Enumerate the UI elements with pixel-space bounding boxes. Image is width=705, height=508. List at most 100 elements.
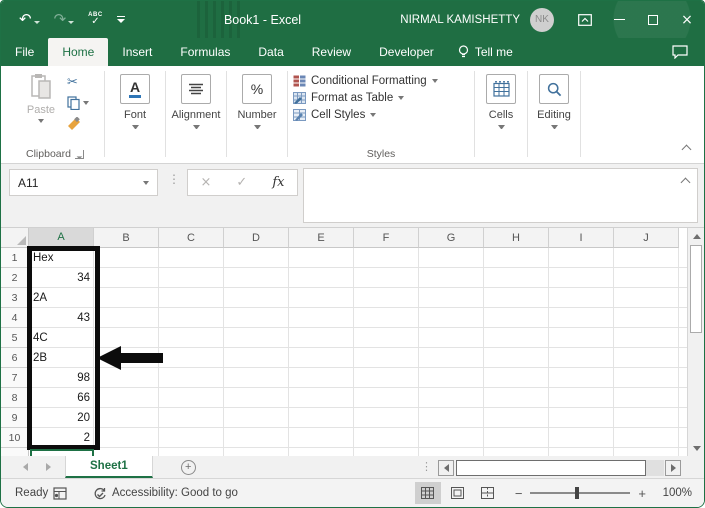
column-header-i[interactable]: I	[549, 228, 614, 248]
format-painter-button[interactable]	[67, 116, 89, 136]
number-group-button[interactable]: %	[242, 74, 272, 104]
page-break-preview-button[interactable]	[475, 482, 501, 504]
cell-styles-dropdown-icon[interactable]	[370, 113, 377, 117]
accessibility-status[interactable]: Accessibility: Good to go	[93, 487, 238, 500]
column-header-b[interactable]: B	[94, 228, 159, 248]
close-button[interactable]: ×	[670, 1, 704, 38]
cells-dropdown-icon[interactable]	[497, 125, 505, 129]
number-dropdown-icon[interactable]	[253, 125, 261, 129]
alignment-group-button[interactable]	[181, 74, 211, 104]
zoom-in-button[interactable]: +	[638, 486, 646, 501]
macro-record-icon[interactable]	[53, 486, 67, 500]
formula-bar-separator-dots[interactable]: ⋮	[168, 172, 180, 186]
expand-formula-bar-icon[interactable]	[680, 177, 691, 188]
copy-button[interactable]	[67, 96, 89, 110]
font-dropdown-icon[interactable]	[131, 125, 139, 129]
zoom-slider[interactable]	[530, 487, 631, 499]
tab-file[interactable]: File	[1, 38, 48, 66]
font-group[interactable]: A Font	[106, 69, 164, 163]
scroll-down-button[interactable]	[688, 440, 704, 456]
row-header-9[interactable]: 9	[1, 408, 29, 428]
row-header-2[interactable]: 2	[1, 268, 29, 288]
tell-me-box[interactable]: Tell me	[448, 38, 523, 66]
format-as-table-button[interactable]: Format as Table	[293, 92, 405, 104]
cut-button[interactable]: ✂	[67, 76, 89, 89]
tab-developer[interactable]: Developer	[365, 38, 448, 66]
cells-group[interactable]: Cells	[476, 69, 526, 163]
editing-dropdown-icon[interactable]	[550, 125, 558, 129]
conditional-formatting-button[interactable]: Conditional Formatting	[293, 75, 438, 87]
new-sheet-button[interactable]: +	[180, 459, 196, 475]
column-header-g[interactable]: G	[419, 228, 484, 248]
editing-group[interactable]: Editing	[529, 69, 579, 163]
format-as-table-dropdown-icon[interactable]	[398, 96, 405, 100]
undo-dropdown-icon[interactable]	[33, 20, 40, 24]
editing-group-button[interactable]	[539, 74, 569, 104]
sheetbar-separator-dots[interactable]: ⋮	[421, 460, 432, 473]
row-header-5[interactable]: 5	[1, 328, 29, 348]
cell-styles-button[interactable]: Cell Styles	[293, 109, 377, 121]
alignment-dropdown-icon[interactable]	[192, 125, 200, 129]
select-all-button[interactable]	[1, 228, 29, 248]
customize-qat-button[interactable]	[116, 15, 125, 24]
row-header-8[interactable]: 8	[1, 388, 29, 408]
insert-function-icon[interactable]: fx	[272, 175, 284, 190]
active-cell-a11-border[interactable]	[30, 449, 94, 456]
row-header-6[interactable]: 6	[1, 348, 29, 368]
copy-dropdown-icon[interactable]	[83, 101, 89, 105]
paste-dropdown-icon[interactable]	[38, 119, 44, 123]
row-header-11-partial[interactable]	[1, 448, 29, 456]
name-box[interactable]: A11	[9, 169, 158, 196]
row-header-3[interactable]: 3	[1, 288, 29, 308]
collapse-ribbon-icon[interactable]	[681, 144, 692, 155]
vertical-scroll-thumb[interactable]	[690, 245, 702, 333]
page-layout-view-button[interactable]	[445, 482, 471, 504]
horizontal-scroll-track[interactable]	[646, 459, 664, 476]
scroll-left-button[interactable]	[438, 459, 454, 476]
spelling-button[interactable]: ABC ✓	[88, 12, 103, 27]
cells-group-button[interactable]	[486, 74, 516, 104]
minimize-button[interactable]	[602, 1, 636, 38]
font-group-button[interactable]: A	[120, 74, 150, 104]
zoom-out-button[interactable]: −	[515, 486, 523, 501]
column-header-d[interactable]: D	[224, 228, 289, 248]
next-sheet-icon[interactable]	[46, 463, 51, 471]
paste-button[interactable]: Paste	[21, 73, 61, 148]
tab-insert[interactable]: Insert	[108, 38, 166, 66]
name-box-dropdown-icon[interactable]	[143, 180, 149, 185]
ribbon-display-options-button[interactable]	[568, 1, 602, 38]
column-header-j[interactable]: J	[614, 228, 679, 248]
tab-home[interactable]: Home	[48, 38, 109, 66]
tab-review[interactable]: Review	[298, 38, 365, 66]
conditional-formatting-dropdown-icon[interactable]	[431, 79, 438, 83]
tab-data[interactable]: Data	[244, 38, 297, 66]
scroll-up-button[interactable]	[688, 228, 704, 244]
alignment-group[interactable]: Alignment	[167, 69, 225, 163]
vertical-scrollbar[interactable]	[687, 228, 704, 456]
avatar[interactable]: NK	[530, 7, 554, 32]
formula-input[interactable]	[303, 168, 698, 223]
undo-button[interactable]: ↶	[19, 11, 40, 29]
zoom-slider-thumb[interactable]	[575, 487, 580, 499]
column-header-a[interactable]: A	[29, 228, 94, 248]
column-header-e[interactable]: E	[289, 228, 354, 248]
redo-button[interactable]: ↷	[54, 11, 75, 29]
tab-formulas[interactable]: Formulas	[166, 38, 244, 66]
enter-icon[interactable]: ✓	[236, 175, 247, 190]
sheet-tab-sheet1[interactable]: Sheet1	[65, 456, 153, 478]
column-header-c[interactable]: C	[159, 228, 224, 248]
row-header-7[interactable]: 7	[1, 368, 29, 388]
row-header-1[interactable]: 1	[1, 248, 29, 268]
redo-dropdown-icon[interactable]	[68, 20, 75, 24]
horizontal-scrollbar[interactable]	[438, 459, 683, 476]
horizontal-scroll-thumb[interactable]	[456, 459, 646, 476]
scroll-right-button[interactable]	[665, 459, 681, 476]
row-header-10[interactable]: 10	[1, 428, 29, 448]
column-header-f[interactable]: F	[354, 228, 419, 248]
number-group[interactable]: % Number	[228, 69, 286, 163]
previous-sheet-icon[interactable]	[23, 463, 28, 471]
cancel-icon[interactable]: ×	[201, 175, 212, 190]
maximize-button[interactable]	[636, 1, 670, 38]
column-header-h[interactable]: H	[484, 228, 549, 248]
row-header-4[interactable]: 4	[1, 308, 29, 328]
